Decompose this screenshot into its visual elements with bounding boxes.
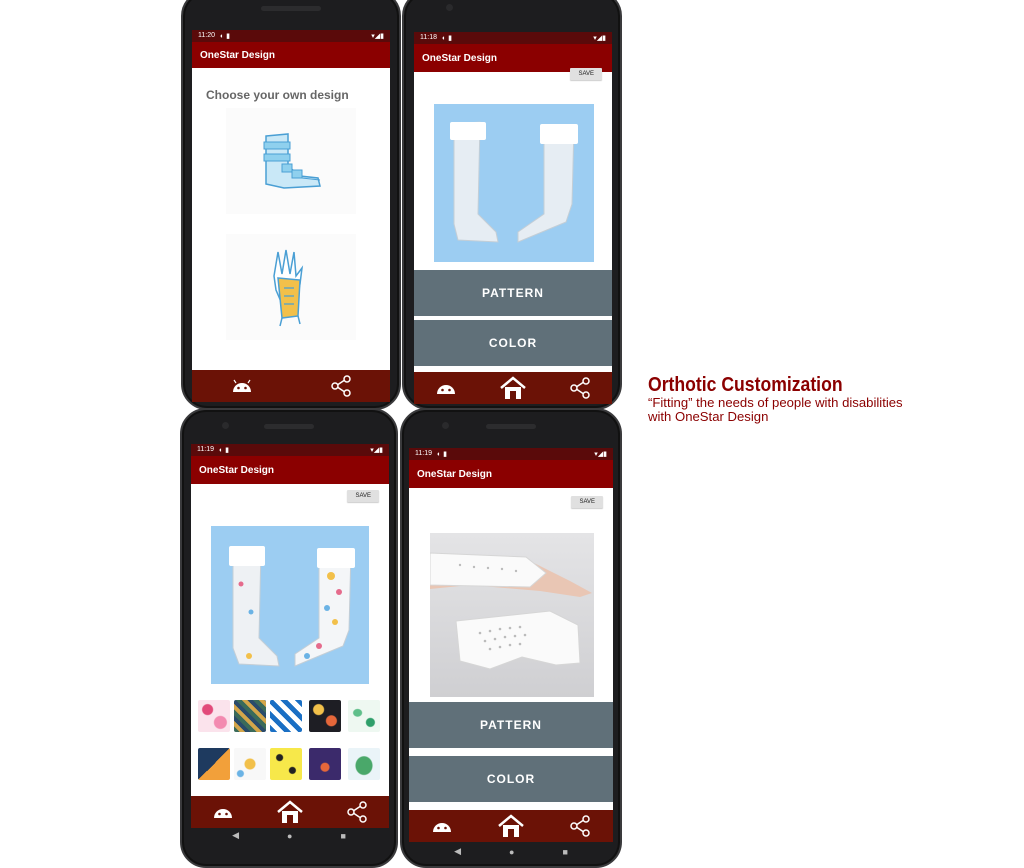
- patterned-brace-image: [211, 526, 369, 684]
- status-time: 11:20: [198, 32, 215, 39]
- status-time: 11:18: [420, 34, 437, 41]
- home-icon[interactable]: [499, 376, 527, 400]
- app-bar: OneStar Design: [409, 460, 613, 488]
- wifi-signal-battery-icon: ▾◢▮: [371, 33, 384, 40]
- recents-icon[interactable]: ■: [340, 831, 345, 841]
- save-button[interactable]: SAVE: [571, 496, 603, 508]
- app-title: OneStar Design: [422, 52, 498, 64]
- screen-2: 11:18 ◐ ▮ ▾◢▮ OneStar Design SAVE PATTERN…: [414, 32, 612, 404]
- pattern-swatch-yellow-stars[interactable]: [270, 748, 302, 780]
- android-icon[interactable]: [212, 805, 234, 819]
- notification-icon: ◐ ▮: [219, 447, 230, 454]
- phone-frame-2: 11:18 ◐ ▮ ▾◢▮ OneStar Design SAVE PATTERN…: [402, 0, 622, 410]
- phone-frame-4: 11:19 ◐ ▮ ▾◢▮ OneStar Design SAVE PATTERN…: [400, 408, 622, 868]
- notification-icon: ◐ ▮: [437, 451, 448, 458]
- ankle-brace-option[interactable]: [226, 108, 356, 214]
- app-title: OneStar Design: [200, 49, 276, 61]
- save-button[interactable]: SAVE: [347, 490, 379, 502]
- caption-line-2: with OneStar Design: [648, 410, 769, 424]
- wrist-brace-option[interactable]: [226, 234, 356, 340]
- pattern-swatch-dino[interactable]: [348, 748, 380, 780]
- caption-subtitle: “Fitting” the needs of people with disab…: [648, 396, 903, 424]
- android-icon[interactable]: [435, 381, 457, 395]
- pattern-swatch-green-leaves[interactable]: [348, 700, 380, 732]
- front-camera: [222, 422, 229, 429]
- back-icon[interactable]: ◀: [232, 830, 239, 841]
- status-time: 11:19: [415, 450, 432, 457]
- home-circle-icon[interactable]: ●: [509, 847, 514, 857]
- status-bar: 11:19 ◐ ▮ ▾◢▮: [409, 448, 613, 460]
- wrist-splint-illustration: [429, 552, 592, 670]
- status-bar: 11:18 ◐ ▮ ▾◢▮: [414, 32, 612, 44]
- pattern-swatch-plaid[interactable]: [234, 700, 266, 732]
- front-camera: [446, 4, 453, 11]
- notification-icon: ◐ ▮: [220, 33, 231, 40]
- status-time: 11:19: [197, 446, 214, 453]
- home-icon[interactable]: [276, 800, 304, 824]
- wifi-signal-battery-icon: ▾◢▮: [594, 451, 607, 458]
- page-heading: Choose your own design: [206, 88, 349, 102]
- pattern-swatch-pink-floral[interactable]: [198, 700, 230, 732]
- home-icon[interactable]: [497, 814, 525, 838]
- back-icon[interactable]: ◀: [454, 846, 461, 857]
- pattern-button[interactable]: PATTERN: [409, 702, 613, 748]
- bottom-nav: [192, 370, 390, 402]
- share-icon[interactable]: [569, 377, 591, 399]
- color-button[interactable]: COLOR: [409, 756, 613, 802]
- android-icon[interactable]: [231, 379, 253, 393]
- screen-3: 11:19 ◐ ▮ ▾◢▮ OneStar Design SAVE: [191, 444, 389, 828]
- brace-preview-image: [434, 104, 594, 262]
- patterned-afo-illustration: [229, 546, 355, 667]
- speaker: [486, 424, 536, 429]
- bottom-nav: [409, 810, 613, 842]
- bottom-nav: [191, 796, 389, 828]
- pattern-button[interactable]: PATTERN: [414, 270, 612, 316]
- color-button[interactable]: COLOR: [414, 320, 612, 366]
- front-camera: [442, 422, 449, 429]
- android-icon[interactable]: [431, 819, 453, 833]
- share-icon[interactable]: [569, 815, 591, 837]
- share-icon[interactable]: [330, 375, 352, 397]
- status-bar: 11:20 ◐ ▮ ▾◢▮: [192, 30, 390, 42]
- bottom-nav: [414, 372, 612, 404]
- pattern-swatch-navy-leaves[interactable]: [198, 748, 230, 780]
- status-bar: 11:19 ◐ ▮ ▾◢▮: [191, 444, 389, 456]
- afo-brace-illustration: [450, 121, 578, 243]
- wrist-splint-photo: [429, 533, 594, 697]
- wifi-signal-battery-icon: ▾◢▮: [593, 35, 606, 42]
- share-icon[interactable]: [346, 801, 368, 823]
- caption-title: Orthotic Customization: [648, 374, 843, 396]
- phone-frame-1: 11:20 ◐ ▮ ▾◢▮ OneStar Design Choose your …: [181, 0, 401, 410]
- speaker: [264, 424, 314, 429]
- notification-icon: ◐ ▮: [442, 35, 453, 42]
- ankle-brace-icon: [263, 133, 321, 189]
- save-button[interactable]: SAVE: [570, 68, 602, 80]
- screen-1: 11:20 ◐ ▮ ▾◢▮ OneStar Design Choose your …: [192, 30, 390, 402]
- app-bar: OneStar Design: [191, 456, 389, 484]
- pattern-swatch-dark-flowers[interactable]: [309, 700, 341, 732]
- wifi-signal-battery-icon: ▾◢▮: [370, 447, 383, 454]
- app-title: OneStar Design: [417, 468, 493, 480]
- wrist-brace-icon: [273, 249, 304, 327]
- pattern-swatch-white-doodle[interactable]: [234, 748, 266, 780]
- phone-frame-3: 11:19 ◐ ▮ ▾◢▮ OneStar Design SAVE ◀ ● ■: [180, 408, 398, 868]
- recents-icon[interactable]: ■: [562, 847, 567, 857]
- pattern-swatch-blue-geometric[interactable]: [270, 700, 302, 732]
- system-nav-bar: ◀ ● ■: [182, 830, 396, 841]
- app-title: OneStar Design: [199, 464, 275, 476]
- caption-line-1: “Fitting” the needs of people with disab…: [648, 396, 903, 410]
- pattern-swatch-purple-night[interactable]: [309, 748, 341, 780]
- screen-4: 11:19 ◐ ▮ ▾◢▮ OneStar Design SAVE PATTERN…: [409, 448, 613, 842]
- home-circle-icon[interactable]: ●: [287, 831, 292, 841]
- speaker: [261, 6, 321, 11]
- app-bar: OneStar Design: [192, 42, 390, 68]
- system-nav-bar: ◀ ● ■: [402, 846, 620, 857]
